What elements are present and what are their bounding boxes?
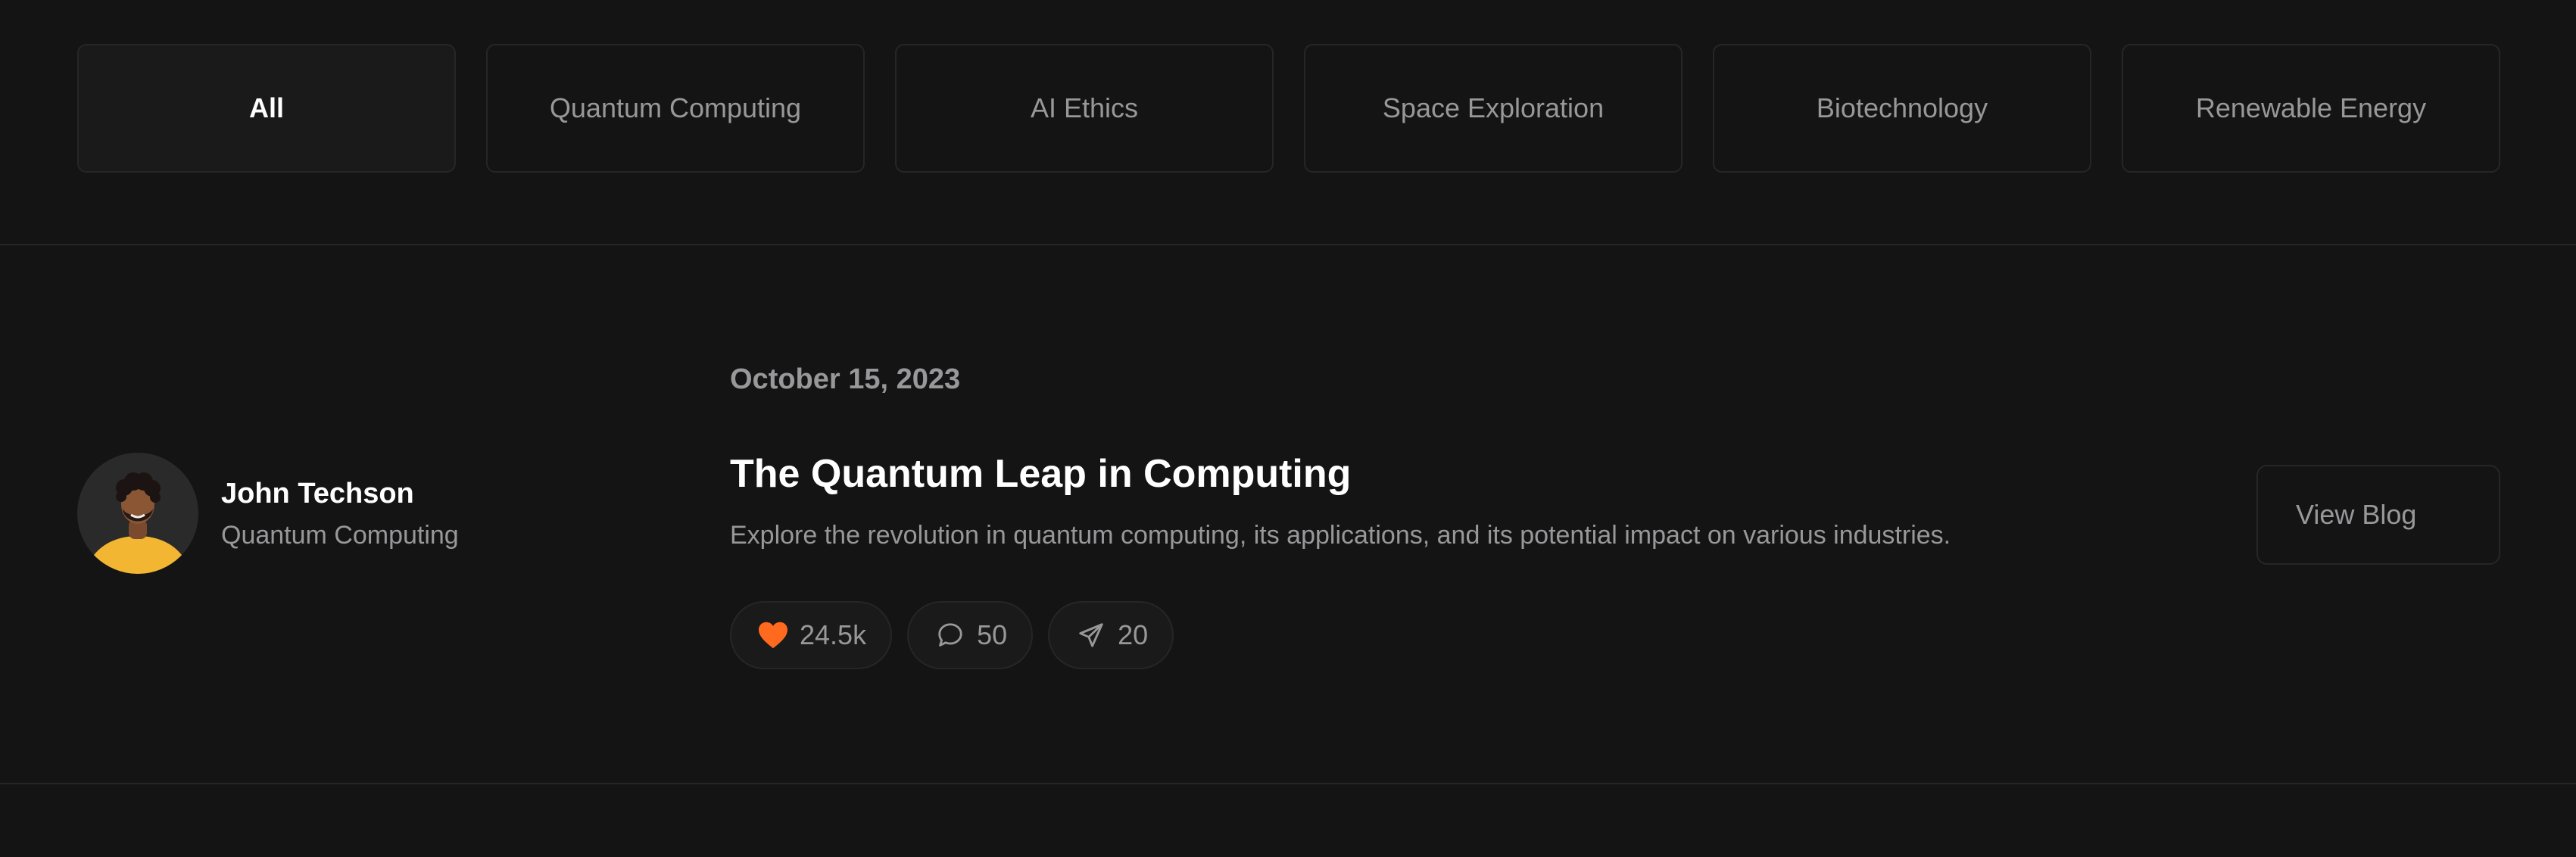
avatar-illustration	[77, 453, 198, 574]
filter-tab-biotechnology[interactable]: Biotechnology	[1713, 44, 2091, 173]
send-icon	[1075, 619, 1107, 651]
share-count: 20	[1118, 619, 1149, 650]
view-blog-button[interactable]: View Blog	[2256, 465, 2500, 565]
category-filter-bar: All Quantum Computing AI Ethics Space Ex…	[0, 0, 2576, 245]
author-info: John Techson Quantum Computing	[77, 453, 459, 574]
author-text: John Techson Quantum Computing	[221, 475, 459, 551]
author-name: John Techson	[221, 478, 414, 510]
post-title[interactable]: The Quantum Leap in Computing	[730, 451, 1351, 497]
post-reactions: 24.5k 50 20	[730, 601, 1174, 669]
comment-icon	[934, 619, 966, 651]
blog-post-row: John Techson Quantum Computing October 1…	[0, 245, 2576, 784]
filter-tab-ai-ethics[interactable]: AI Ethics	[895, 44, 1274, 173]
filter-tab-renewable-energy[interactable]: Renewable Energy	[2122, 44, 2500, 173]
post-excerpt: Explore the revolution in quantum comput…	[730, 521, 1951, 550]
post-date: October 15, 2023	[730, 363, 961, 395]
heart-icon	[757, 619, 789, 651]
category-filter-list: All Quantum Computing AI Ethics Space Ex…	[77, 44, 2500, 173]
share-button[interactable]: 20	[1048, 601, 1174, 669]
filter-tab-space-exploration[interactable]: Space Exploration	[1304, 44, 1683, 173]
avatar	[77, 453, 198, 574]
comment-count: 50	[977, 619, 1008, 650]
like-count: 24.5k	[800, 619, 867, 650]
author-category: Quantum Computing	[221, 521, 459, 550]
filter-tab-quantum-computing[interactable]: Quantum Computing	[486, 44, 865, 173]
like-button[interactable]: 24.5k	[730, 601, 893, 669]
comment-button[interactable]: 50	[907, 601, 1034, 669]
filter-tab-all[interactable]: All	[77, 44, 456, 173]
